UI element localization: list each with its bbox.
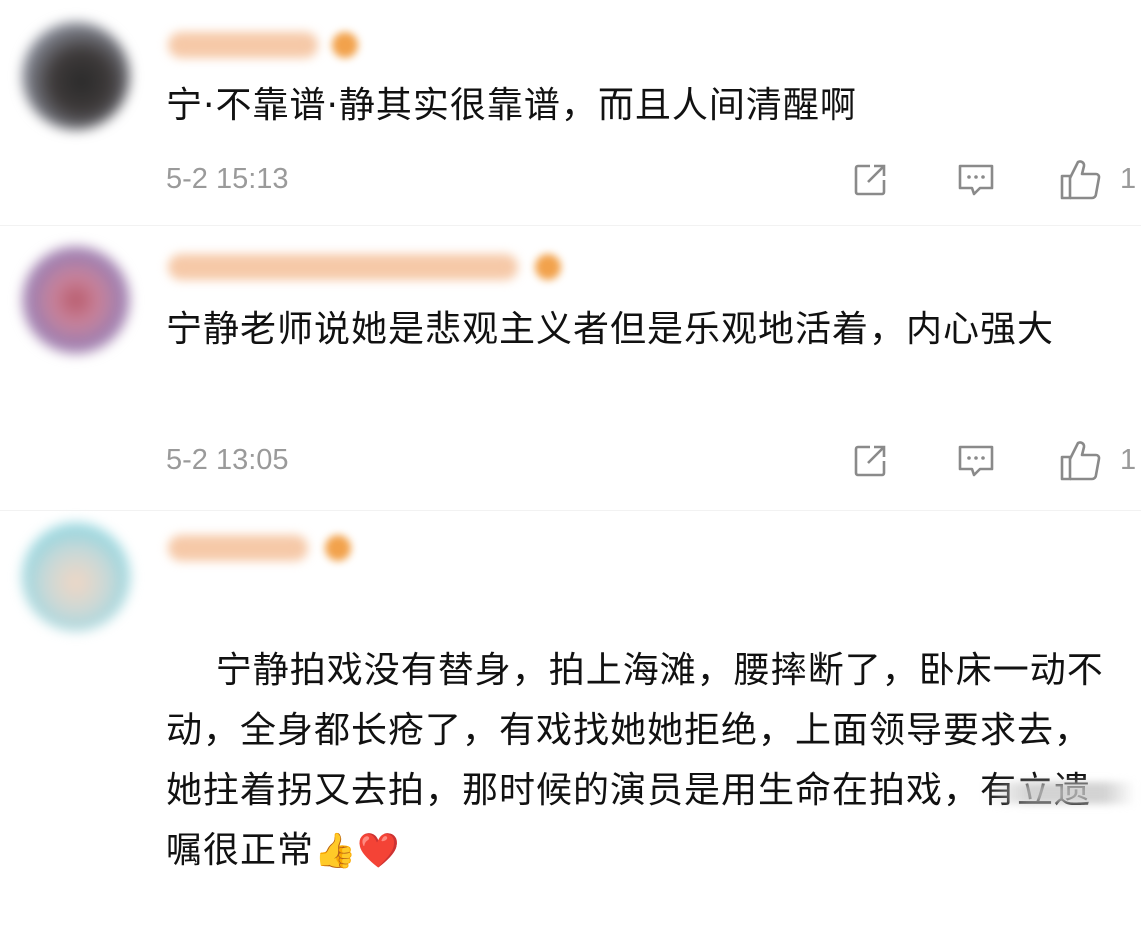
username-blurred[interactable] xyxy=(168,32,318,58)
like-button[interactable] xyxy=(1058,158,1102,202)
comment-text: 宁静拍戏没有替身，拍上海滩，腰摔断了，卧床一动不动，全身都长疮了，有戏找她她拒绝… xyxy=(166,581,1126,941)
username-blurred[interactable] xyxy=(168,254,518,280)
comment-timestamp: 5-2 15:13 xyxy=(166,163,289,195)
avatar[interactable] xyxy=(22,523,130,631)
emoji-thumbs-heart: 👍❤️ xyxy=(314,831,401,871)
verified-badge-icon xyxy=(332,32,358,58)
like-button[interactable] xyxy=(1058,439,1102,483)
comment-item: 宁静拍戏没有替身，拍上海滩，腰摔断了，卧床一动不动，全身都长疮了，有戏找她她拒绝… xyxy=(0,511,1141,871)
watermark xyxy=(985,782,1135,804)
comment-timestamp: 5-2 13:05 xyxy=(166,444,289,476)
avatar[interactable] xyxy=(22,246,130,354)
thumbs-up-icon xyxy=(1060,441,1101,481)
comment-text: 宁·不靠谱·静其实很靠谱，而且人间清醒啊 xyxy=(166,85,857,126)
avatar[interactable] xyxy=(22,22,130,130)
reply-button[interactable] xyxy=(954,439,998,483)
comment-icon xyxy=(958,164,994,196)
comment-text: 宁静老师说她是悲观主义者但是乐观地活着，内心强大 xyxy=(166,309,1055,350)
share-button[interactable] xyxy=(848,158,892,202)
like-count: 1 xyxy=(1120,163,1137,195)
comment-icon xyxy=(958,445,994,477)
like-count: 1 xyxy=(1120,444,1137,476)
comment-item: 宁静老师说她是悲观主义者但是乐观地活着，内心强大 5-2 13:05 1 xyxy=(0,226,1141,510)
username-blurred[interactable] xyxy=(168,535,308,561)
reply-button[interactable] xyxy=(954,158,998,202)
share-button[interactable] xyxy=(848,439,892,483)
verified-badge-icon xyxy=(325,535,351,561)
comment-item: 宁·不靠谱·静其实很靠谱，而且人间清醒啊 5-2 15:13 1 xyxy=(0,0,1141,225)
verified-badge-icon xyxy=(535,254,561,280)
share-icon xyxy=(854,164,886,196)
share-icon xyxy=(854,445,886,477)
thumbs-up-icon xyxy=(1060,160,1101,200)
comment-body: 宁静拍戏没有替身，拍上海滩，腰摔断了，卧床一动不动，全身都长疮了，有戏找她她拒绝… xyxy=(166,650,1104,871)
